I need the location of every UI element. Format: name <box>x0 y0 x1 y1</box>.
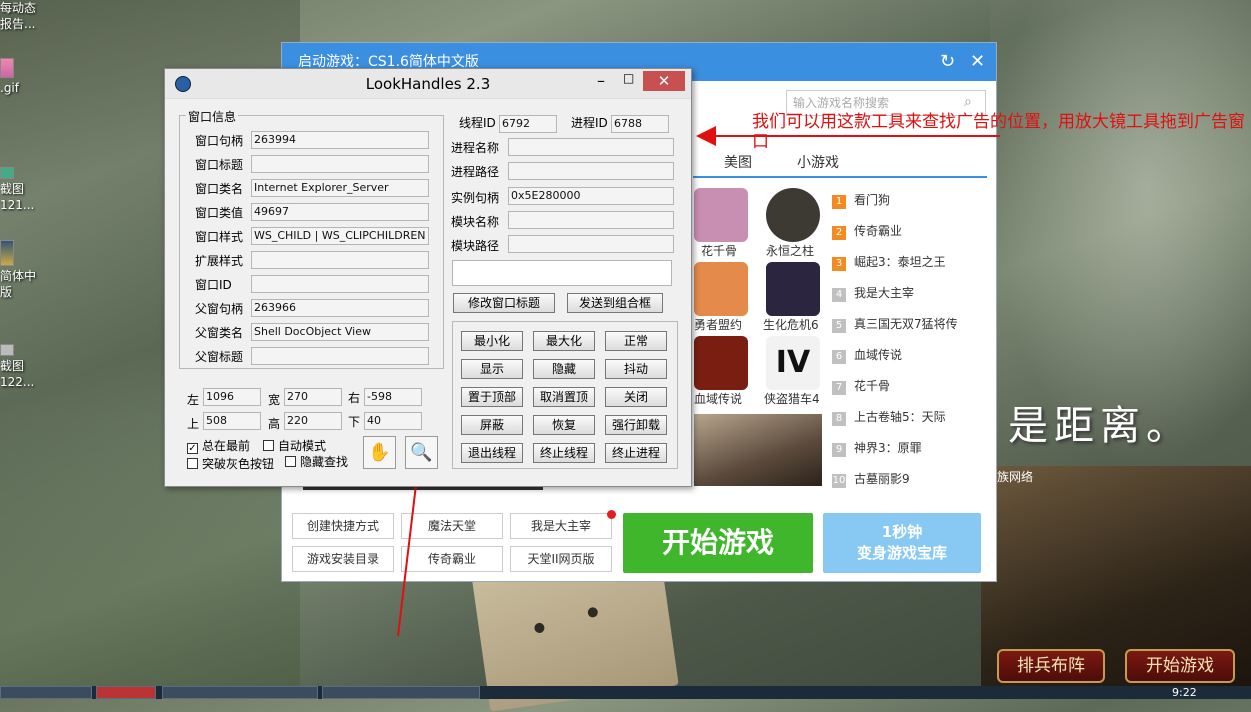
break-gray-button-checkbox[interactable]: 突破灰色按钮 <box>187 455 274 472</box>
field-label: 父窗句柄 <box>195 302 244 316</box>
field-label: 模块路径 <box>451 239 500 253</box>
terminate-thread-button[interactable]: 终止线程 <box>533 443 595 463</box>
field-label: 窗口类名 <box>195 182 244 196</box>
field-label: 窗口ID <box>195 278 232 292</box>
top-label: 上 <box>187 417 200 431</box>
process-path-field[interactable] <box>508 162 674 180</box>
show-button[interactable]: 显示 <box>461 359 523 379</box>
thread-id-field[interactable]: 6792 <box>499 115 557 133</box>
auto-mode-checkbox[interactable]: 自动模式 <box>263 437 326 454</box>
taskbar: 9:22 <box>0 686 1251 699</box>
field-label: 父窗类名 <box>195 326 244 340</box>
field-label: 进程路径 <box>451 165 500 179</box>
taskbar-item[interactable] <box>0 686 92 699</box>
window-class-value-field[interactable]: 49697 <box>251 203 429 221</box>
thread-id-label: 线程ID <box>459 116 496 130</box>
always-on-top-checkbox[interactable]: ✓ 总在最前 <box>187 437 250 454</box>
window-handle-field[interactable]: 263994 <box>251 131 429 149</box>
maximize-icon[interactable]: □ <box>623 71 634 85</box>
magnifier-icon[interactable]: 🔍 <box>405 436 438 469</box>
left-label: 左 <box>187 393 200 407</box>
right-label: 右 <box>348 391 361 405</box>
window-class-field[interactable]: Internet Explorer_Server <box>251 179 429 197</box>
height-field[interactable]: 220 <box>284 412 342 430</box>
parent-handle-field[interactable]: 263966 <box>251 299 429 317</box>
normal-button[interactable]: 正常 <box>605 331 667 351</box>
height-label: 高 <box>268 417 281 431</box>
field-label: 模块名称 <box>451 215 500 229</box>
set-topmost-button[interactable]: 置于顶部 <box>461 387 523 407</box>
arrow-to-magnifier <box>397 464 427 637</box>
field-label: 实例句柄 <box>451 191 500 205</box>
bottom-label: 下 <box>348 415 361 429</box>
hand-drag-icon[interactable]: ✋ <box>363 436 396 469</box>
field-label: 窗口句柄 <box>195 134 244 148</box>
process-id-field[interactable]: 6788 <box>611 115 669 133</box>
send-to-combo-button[interactable]: 发送到组合框 <box>567 293 663 313</box>
field-label: 扩展样式 <box>195 254 244 268</box>
close-icon[interactable]: ✕ <box>643 71 685 91</box>
right-field[interactable]: -598 <box>364 388 422 406</box>
cancel-topmost-button[interactable]: 取消置顶 <box>533 387 595 407</box>
process-name-field[interactable] <box>508 138 674 156</box>
taskbar-item[interactable] <box>162 686 318 699</box>
minimize-button[interactable]: 最小化 <box>461 331 523 351</box>
field-label: 窗口样式 <box>195 230 244 244</box>
lookhandles-window: LookHandles 2.3 – □ ✕ 窗口信息 窗口句柄 263994 窗… <box>164 68 692 487</box>
parent-title-field[interactable] <box>251 347 429 365</box>
lookhandles-title: LookHandles 2.3 <box>365 75 491 93</box>
restore-button[interactable]: 恢复 <box>533 415 595 435</box>
group-label: 窗口信息 <box>186 108 239 125</box>
window-style-field[interactable]: WS_CHILD | WS_CLIPCHILDREN | W <box>251 227 429 245</box>
bottom-field[interactable]: 40 <box>364 412 422 430</box>
force-unload-button[interactable]: 强行卸载 <box>605 415 667 435</box>
hide-find-checkbox[interactable]: 隐藏查找 <box>285 453 348 470</box>
terminate-process-button[interactable]: 终止进程 <box>605 443 667 463</box>
parent-class-field[interactable]: Shell DocObject View <box>251 323 429 341</box>
extra-info-field[interactable] <box>452 260 672 286</box>
taskbar-item[interactable] <box>322 686 480 699</box>
minimize-icon[interactable]: – <box>597 71 605 90</box>
block-button[interactable]: 屏蔽 <box>461 415 523 435</box>
top-field[interactable]: 508 <box>203 412 261 430</box>
process-id-label: 进程ID <box>571 116 608 130</box>
close-window-button[interactable]: 关闭 <box>605 387 667 407</box>
exit-thread-button[interactable]: 退出线程 <box>461 443 523 463</box>
field-label: 进程名称 <box>451 141 500 155</box>
window-title-field[interactable] <box>251 155 429 173</box>
taskbar-clock: 9:22 <box>1172 686 1197 699</box>
module-name-field[interactable] <box>508 211 674 229</box>
left-field[interactable]: 1096 <box>203 388 261 406</box>
taskbar-item[interactable] <box>96 686 156 699</box>
field-label: 窗口类值 <box>195 206 244 220</box>
module-path-field[interactable] <box>508 235 674 253</box>
shake-button[interactable]: 抖动 <box>605 359 667 379</box>
field-label: 父窗标题 <box>195 350 244 364</box>
maximize-button[interactable]: 最大化 <box>533 331 595 351</box>
edit-title-button[interactable]: 修改窗口标题 <box>453 293 555 313</box>
width-label: 宽 <box>268 393 281 407</box>
ex-style-field[interactable] <box>251 251 429 269</box>
instance-handle-field[interactable]: 0x5E280000 <box>508 187 674 205</box>
hide-button[interactable]: 隐藏 <box>533 359 595 379</box>
window-id-field[interactable] <box>251 275 429 293</box>
field-label: 窗口标题 <box>195 158 244 172</box>
lookhandles-titlebar[interactable]: LookHandles 2.3 – □ ✕ <box>165 69 691 99</box>
width-field[interactable]: 270 <box>284 388 342 406</box>
